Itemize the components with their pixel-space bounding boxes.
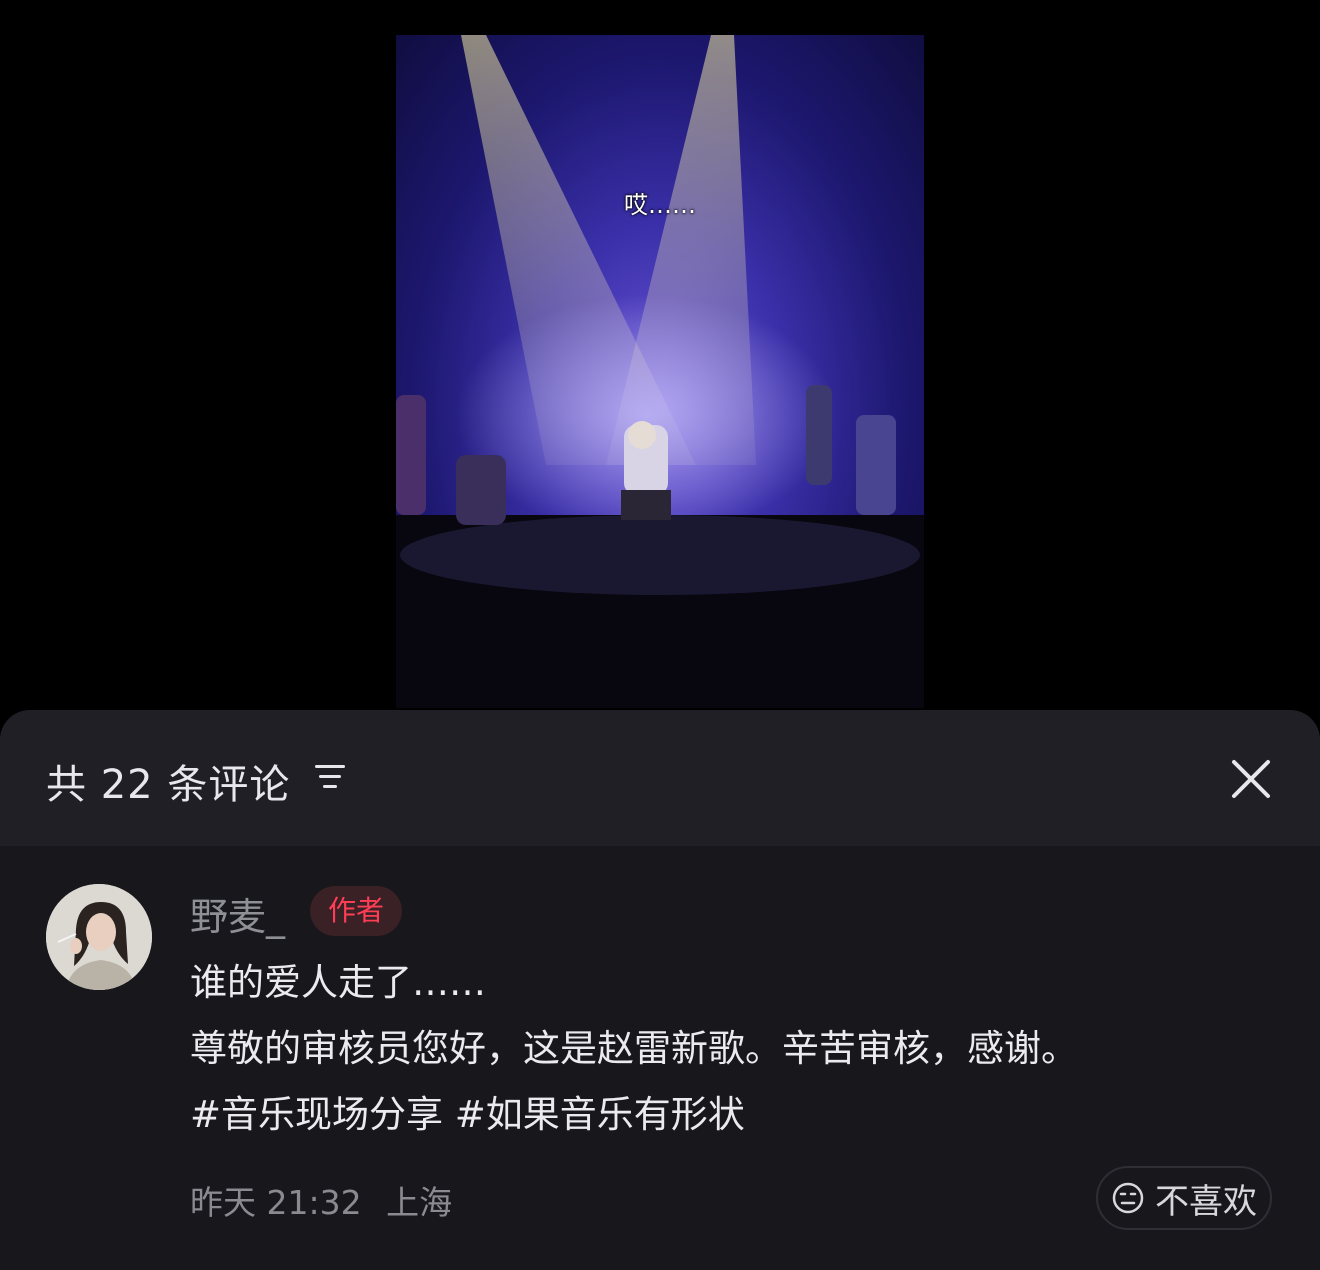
comment-meta: 昨天 21:32 上海 [190, 1176, 466, 1224]
author-badge: 作者 [310, 886, 403, 936]
comment-text[interactable]: 谁的爱人走了…… 尊敬的审核员您好，这是赵雷新歌。辛苦审核，感谢。 #音乐现场分… [190, 950, 1250, 1148]
dislike-label: 不喜欢 [1155, 1181, 1257, 1222]
close-x-icon[interactable] [1230, 758, 1272, 800]
avatar[interactable] [46, 884, 152, 990]
avatar-portrait [46, 884, 152, 990]
dislike-button[interactable]: 不喜欢 [1096, 1166, 1272, 1230]
comments-header: 共 22 条评论 [0, 710, 1320, 846]
comment-hashtags[interactable]: #音乐现场分享 #如果音乐有形状 [190, 1082, 1250, 1148]
comment-line: 谁的爱人走了…… [190, 961, 486, 1004]
video-player[interactable]: 哎…… [396, 35, 924, 708]
neutral-face-icon [1112, 1182, 1144, 1214]
sort-lines-icon[interactable] [312, 760, 348, 794]
comment-count-title: 共 22 条评论 [46, 762, 291, 808]
comments-sheet: 共 22 条评论 野麦_ 作者 谁的爱人走了…… 尊敬的审核员您好，这是赵雷新歌… [0, 710, 1320, 1270]
video-subtitle: 哎…… [624, 191, 696, 219]
stage-scene [396, 35, 924, 708]
comment-time: 昨天 21:32 [190, 1183, 362, 1222]
comment-location: 上海 [386, 1183, 453, 1222]
comment-username[interactable]: 野麦_ [190, 886, 285, 941]
comment-line: 尊敬的审核员您好，这是赵雷新歌。辛苦审核，感谢。 [190, 1027, 1078, 1070]
